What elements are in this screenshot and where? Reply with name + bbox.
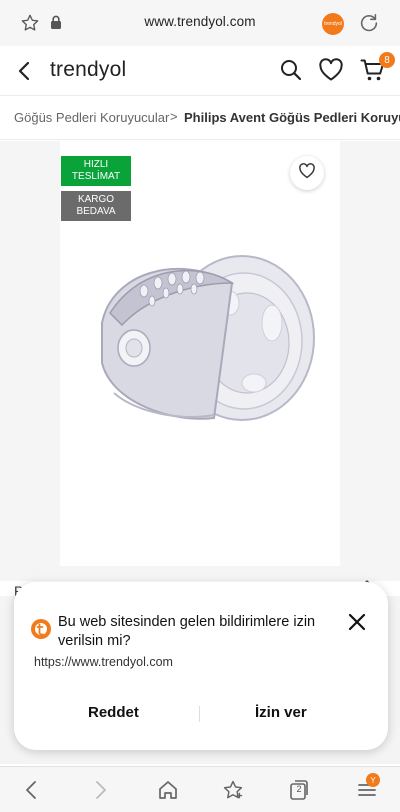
breadcrumb-separator: >	[170, 109, 178, 124]
browser-url-bar: www.trendyol.com trendyol	[0, 0, 400, 46]
home-icon[interactable]	[157, 779, 179, 806]
search-icon[interactable]	[279, 58, 303, 87]
fast-delivery-line1: HIZLI	[83, 159, 109, 170]
notification-permission-dialog: Bu web sitesinden gelen bildirimlere izi…	[14, 582, 388, 750]
site-favicon[interactable]: trendyol	[322, 13, 344, 35]
back-arrow-icon[interactable]	[14, 59, 36, 88]
browser-bottom-nav: 2 Y	[0, 766, 400, 812]
app-header: trendyol 8	[0, 46, 400, 96]
fast-delivery-line2: TESLİMAT	[71, 171, 121, 182]
button-divider	[199, 706, 200, 722]
forward-nav-icon[interactable]	[90, 779, 110, 806]
fast-delivery-badge: HIZLI TESLİMAT	[61, 156, 131, 186]
add-to-favorites-button[interactable]	[290, 156, 324, 190]
breadcrumb-parent[interactable]: Göğüs Pedleri Koruyucular	[14, 110, 169, 125]
cart-count-badge: 8	[379, 52, 395, 68]
product-photo[interactable]	[82, 243, 318, 433]
heart-icon	[298, 162, 316, 184]
bookmarks-star-icon[interactable]	[222, 779, 244, 806]
favorites-heart-icon[interactable]	[318, 58, 344, 87]
breadcrumb: Göğüs Pedleri Koruyucular > Philips Aven…	[0, 96, 400, 140]
close-icon[interactable]	[347, 612, 367, 637]
reload-icon[interactable]	[358, 12, 380, 39]
permission-origin-url: https://www.trendyol.com	[34, 655, 173, 669]
allow-button[interactable]: İzin ver	[255, 704, 307, 721]
free-shipping-badge: KARGO BEDAVA	[61, 191, 131, 221]
deny-button[interactable]: Reddet	[88, 704, 139, 721]
free-shipping-line1: KARGO	[77, 194, 115, 205]
breadcrumb-current[interactable]: Philips Avent Göğüs Pedleri Koruyucu	[184, 110, 400, 125]
trendyol-app-icon	[30, 618, 52, 645]
free-shipping-line2: BEDAVA	[76, 206, 116, 217]
permission-message: Bu web sitesinden gelen bildirimlere izi…	[58, 614, 316, 649]
back-nav-icon[interactable]	[22, 779, 42, 806]
tab-count: 2	[296, 784, 302, 794]
trendyol-logo[interactable]: trendyol	[50, 58, 126, 82]
menu-notification-badge: Y	[366, 773, 380, 787]
